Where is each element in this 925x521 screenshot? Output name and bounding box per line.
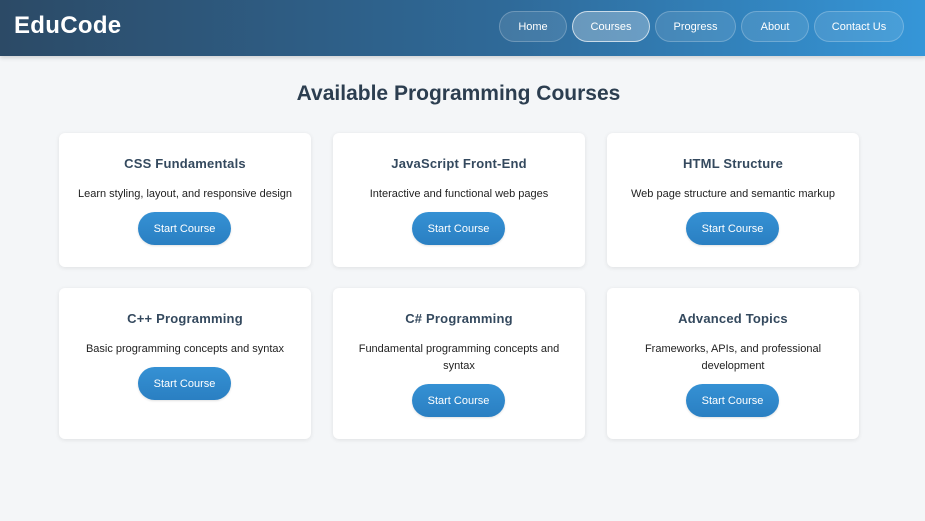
course-description: Web page structure and semantic markup [630,188,835,200]
start-course-button[interactable]: Start Course [412,384,505,417]
start-course-button[interactable]: Start Course [686,384,779,417]
start-course-button[interactable]: Start Course [138,367,231,400]
start-course-button[interactable]: Start Course [686,212,779,245]
course-description: Basic programming concepts and syntax [85,343,285,355]
course-card-csharp: C# Programming Fundamental programming c… [333,288,585,439]
nav-about[interactable]: About [741,11,809,42]
nav-courses[interactable]: Courses [572,11,650,42]
course-description: Fundamental programming concepts and syn… [358,343,560,372]
site-header: EduCode Home Courses Progress About Cont… [0,0,925,56]
course-description: Frameworks, APIs, and professional devel… [644,343,822,372]
course-card-cpp: C++ Programming Basic programming concep… [59,288,311,439]
nav-home[interactable]: Home [499,11,567,42]
page-title: Available Programming Courses [296,82,621,105]
main-nav: Home Courses Progress About Contact Us [0,11,925,42]
course-title: JavaScript Front-End [391,156,527,171]
start-course-button[interactable]: Start Course [138,212,231,245]
nav-contact-us[interactable]: Contact Us [814,11,904,42]
course-title: Advanced Topics [678,311,788,326]
course-description: Interactive and functional web pages [369,188,549,200]
course-card-javascript: JavaScript Front-End Interactive and fun… [333,133,585,267]
course-title: C# Programming [405,311,513,326]
course-title: CSS Fundamentals [124,156,246,171]
course-card-html: HTML Structure Web page structure and se… [607,133,859,267]
course-card-css: CSS Fundamentals Learn styling, layout, … [59,133,311,267]
course-card-advanced: Advanced Topics Frameworks, APIs, and pr… [607,288,859,439]
nav-progress[interactable]: Progress [655,11,736,42]
course-description: Learn styling, layout, and responsive de… [77,188,293,200]
start-course-button[interactable]: Start Course [412,212,505,245]
course-title: C++ Programming [127,311,243,326]
course-title: HTML Structure [682,156,784,171]
